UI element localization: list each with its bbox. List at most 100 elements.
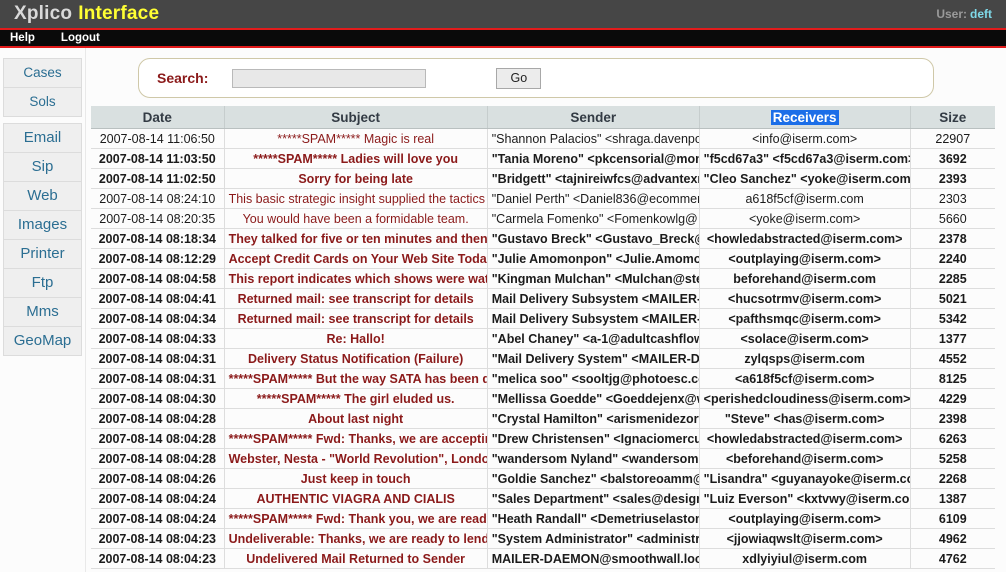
cell-subject[interactable]: Webster, Nesta - "World Revolution", Lon… — [224, 449, 487, 469]
menu-item-logout[interactable]: Logout — [61, 32, 100, 44]
cell-receivers[interactable]: <howledabstracted@iserm.com> — [699, 229, 910, 249]
table-row[interactable]: 2007-08-14 08:04:31Delivery Status Notif… — [91, 349, 995, 369]
cell-subject[interactable]: Delivery Status Notification (Failure) — [224, 349, 487, 369]
cell-receivers[interactable]: "Luiz Everson" <kxtvwy@iserm.com — [699, 489, 910, 509]
table-row[interactable]: 2007-08-14 08:04:28Webster, Nesta - "Wor… — [91, 449, 995, 469]
table-row[interactable]: 2007-08-14 08:04:31*****SPAM***** But th… — [91, 369, 995, 389]
cell-receivers[interactable]: <a618f5cf@iserm.com> — [699, 369, 910, 389]
cell-size[interactable]: 6263 — [910, 429, 995, 449]
cell-size[interactable]: 1387 — [910, 489, 995, 509]
cell-size[interactable]: 2285 — [910, 269, 995, 289]
cell-date[interactable]: 2007-08-14 08:04:23 — [91, 529, 224, 549]
cell-receivers[interactable]: "Lisandra" <guyanayoke@iserm.com — [699, 469, 910, 489]
table-row[interactable]: 2007-08-14 08:24:10This basic strategic … — [91, 189, 995, 209]
cell-sender[interactable]: "Daniel Perth" <Daniel836@ecommer — [487, 189, 699, 209]
sidebar-item-images[interactable]: Images — [3, 210, 82, 239]
sidebar-item-mms[interactable]: Mms — [3, 297, 82, 326]
cell-subject[interactable]: AUTHENTIC VIAGRA AND CIALIS — [224, 489, 487, 509]
cell-subject[interactable]: *****SPAM***** Ladies will love you — [224, 149, 487, 169]
cell-subject[interactable]: Undelivered Mail Returned to Sender — [224, 549, 487, 569]
cell-date[interactable]: 2007-08-14 08:24:10 — [91, 189, 224, 209]
table-row[interactable]: 2007-08-14 08:12:29Accept Credit Cards o… — [91, 249, 995, 269]
table-row[interactable]: 2007-08-14 08:04:24AUTHENTIC VIAGRA AND … — [91, 489, 995, 509]
cell-subject[interactable]: This basic strategic insight supplied th… — [224, 189, 487, 209]
sidebar-item-sip[interactable]: Sip — [3, 152, 82, 181]
cell-receivers[interactable]: "f5cd67a3" <f5cd67a3@iserm.com> — [699, 149, 910, 169]
cell-sender[interactable]: "Shannon Palacios" <shraga.davenpo — [487, 129, 699, 149]
cell-sender[interactable]: "Tania Moreno" <pkcensorial@mone — [487, 149, 699, 169]
cell-date[interactable]: 2007-08-14 11:03:50 — [91, 149, 224, 169]
table-row[interactable]: 2007-08-14 08:04:26Just keep in touch"Go… — [91, 469, 995, 489]
cell-date[interactable]: 2007-08-14 08:18:34 — [91, 229, 224, 249]
cell-receivers[interactable]: <pafthsmqc@iserm.com> — [699, 309, 910, 329]
cell-receivers[interactable]: <outplaying@iserm.com> — [699, 249, 910, 269]
cell-receivers[interactable]: <jjowiaqwslt@iserm.com> — [699, 529, 910, 549]
cell-subject[interactable]: *****SPAM***** Magic is real — [224, 129, 487, 149]
cell-subject[interactable]: This report indicates which shows were w… — [224, 269, 487, 289]
cell-subject[interactable]: *****SPAM***** Fwd: Thank you, we are re… — [224, 509, 487, 529]
table-row[interactable]: 2007-08-14 08:04:23Undeliverable: Thanks… — [91, 529, 995, 549]
cell-sender[interactable]: "Mellissa Goedde" <Goeddejenx@w — [487, 389, 699, 409]
cell-sender[interactable]: "Crystal Hamilton" <arismenidezorvg — [487, 409, 699, 429]
cell-receivers[interactable]: beforehand@iserm.com — [699, 269, 910, 289]
cell-date[interactable]: 2007-08-14 08:04:31 — [91, 349, 224, 369]
cell-size[interactable]: 8125 — [910, 369, 995, 389]
cell-size[interactable]: 4229 — [910, 389, 995, 409]
cell-subject[interactable]: Sorry for being late — [224, 169, 487, 189]
cell-date[interactable]: 2007-08-14 08:12:29 — [91, 249, 224, 269]
cell-subject[interactable]: Accept Credit Cards on Your Web Site Tod… — [224, 249, 487, 269]
table-row[interactable]: 2007-08-14 08:04:34Returned mail: see tr… — [91, 309, 995, 329]
cell-sender[interactable]: Mail Delivery Subsystem <MAILER-DA — [487, 309, 699, 329]
table-row[interactable]: 2007-08-14 11:02:50Sorry for being late"… — [91, 169, 995, 189]
cell-receivers[interactable]: <outplaying@iserm.com> — [699, 509, 910, 529]
cell-size[interactable]: 2398 — [910, 409, 995, 429]
cell-date[interactable]: 2007-08-14 08:04:28 — [91, 409, 224, 429]
column-header-date[interactable]: Date — [91, 106, 224, 129]
cell-sender[interactable]: "Gustavo Breck" <Gustavo_Breck@a — [487, 229, 699, 249]
search-go-button[interactable]: Go — [496, 68, 541, 89]
cell-size[interactable]: 22907 — [910, 129, 995, 149]
cell-receivers[interactable]: zylqsps@iserm.com — [699, 349, 910, 369]
cell-date[interactable]: 2007-08-14 08:04:28 — [91, 429, 224, 449]
cell-sender[interactable]: "Kingman Mulchan" <Mulchan@stefi — [487, 269, 699, 289]
menu-item-help[interactable]: Help — [10, 32, 35, 44]
cell-receivers[interactable]: <perishedcloudiness@iserm.com> — [699, 389, 910, 409]
cell-size[interactable]: 2268 — [910, 469, 995, 489]
cell-sender[interactable]: "Goldie Sanchez" <balstoreoamm@ — [487, 469, 699, 489]
cell-sender[interactable]: "melica soo" <sooltjg@photoesc.co — [487, 369, 699, 389]
table-row[interactable]: 2007-08-14 08:04:23Undelivered Mail Retu… — [91, 549, 995, 569]
cell-date[interactable]: 2007-08-14 08:04:34 — [91, 309, 224, 329]
cell-size[interactable]: 5258 — [910, 449, 995, 469]
sidebar-item-email[interactable]: Email — [3, 123, 82, 152]
cell-date[interactable]: 2007-08-14 08:04:41 — [91, 289, 224, 309]
cell-receivers[interactable]: <beforehand@iserm.com> — [699, 449, 910, 469]
cell-date[interactable]: 2007-08-14 08:04:24 — [91, 509, 224, 529]
cell-sender[interactable]: "wandersom Nyland" <wandersom@ — [487, 449, 699, 469]
cell-subject[interactable]: About last night — [224, 409, 487, 429]
cell-sender[interactable]: "Heath Randall" <Demetriuselastom — [487, 509, 699, 529]
sidebar-item-cases[interactable]: Cases — [3, 58, 82, 87]
cell-size[interactable]: 3692 — [910, 149, 995, 169]
table-row[interactable]: 2007-08-14 08:04:33Re: Hallo!"Abel Chane… — [91, 329, 995, 349]
cell-date[interactable]: 2007-08-14 08:04:26 — [91, 469, 224, 489]
column-header-sender[interactable]: Sender — [487, 106, 699, 129]
cell-subject[interactable]: Re: Hallo! — [224, 329, 487, 349]
table-row[interactable]: 2007-08-14 11:03:50*****SPAM***** Ladies… — [91, 149, 995, 169]
cell-size[interactable]: 5021 — [910, 289, 995, 309]
cell-subject[interactable]: *****SPAM***** Fwd: Thanks, we are accep… — [224, 429, 487, 449]
sidebar-item-web[interactable]: Web — [3, 181, 82, 210]
column-header-size[interactable]: Size — [910, 106, 995, 129]
cell-size[interactable]: 1377 — [910, 329, 995, 349]
table-row[interactable]: 2007-08-14 08:04:28*****SPAM***** Fwd: T… — [91, 429, 995, 449]
table-row[interactable]: 2007-08-14 08:18:34They talked for five … — [91, 229, 995, 249]
cell-date[interactable]: 2007-08-14 08:20:35 — [91, 209, 224, 229]
cell-size[interactable]: 2303 — [910, 189, 995, 209]
sidebar-item-printer[interactable]: Printer — [3, 239, 82, 268]
cell-date[interactable]: 2007-08-14 08:04:58 — [91, 269, 224, 289]
cell-size[interactable]: 2378 — [910, 229, 995, 249]
cell-subject[interactable]: Returned mail: see transcript for detail… — [224, 309, 487, 329]
table-row[interactable]: 2007-08-14 11:06:50*****SPAM***** Magic … — [91, 129, 995, 149]
table-row[interactable]: 2007-08-14 08:20:35You would have been a… — [91, 209, 995, 229]
cell-size[interactable]: 5342 — [910, 309, 995, 329]
cell-subject[interactable]: Undeliverable: Thanks, we are ready to l… — [224, 529, 487, 549]
